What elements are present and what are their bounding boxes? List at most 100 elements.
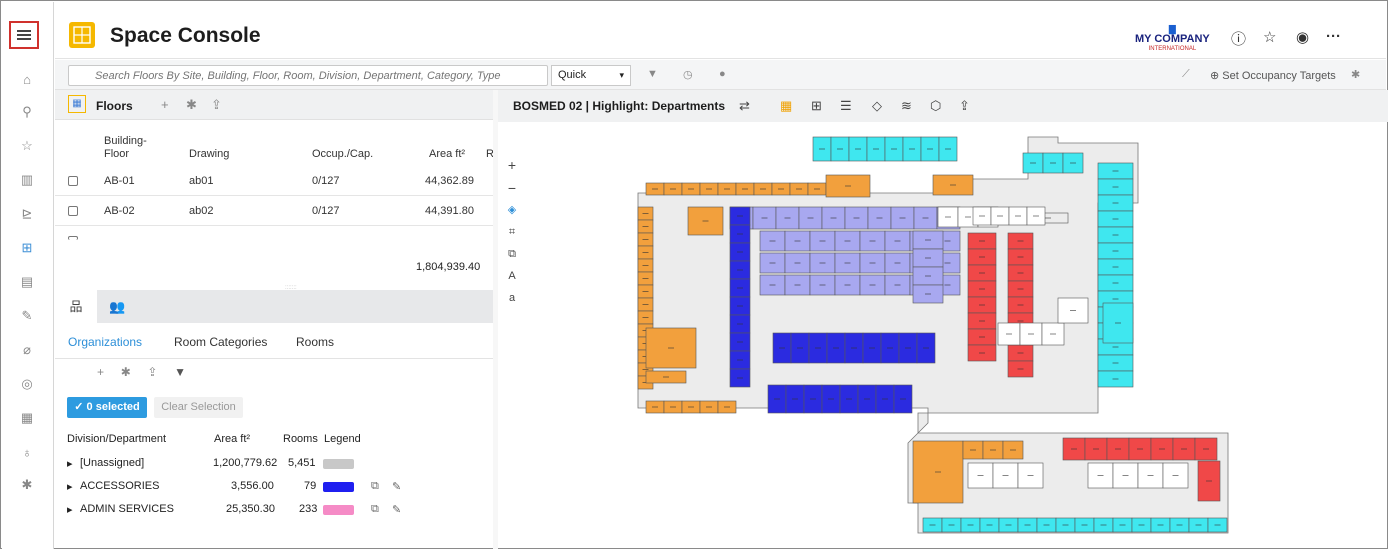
app-logo-icon [69, 22, 95, 48]
share-icon[interactable]: ⇪ [959, 98, 970, 114]
expand-icon[interactable]: ▸ [67, 457, 73, 470]
settings-icon[interactable]: ✱ [1351, 68, 1360, 81]
col-header-drawing[interactable]: Drawing [189, 148, 229, 161]
building-icon[interactable]: ▥ [18, 171, 36, 189]
tag-icon[interactable]: ◇ [872, 98, 882, 114]
support-icon[interactable]: ◎ [18, 375, 36, 393]
star-icon[interactable]: ☆ [18, 137, 36, 155]
expand-icon[interactable]: ▸ [67, 480, 73, 493]
chart-line-icon[interactable]: ⟋ [1182, 68, 1190, 81]
tab-people[interactable]: 👥 [109, 299, 125, 315]
add-icon[interactable]: + [161, 97, 169, 112]
home-icon[interactable]: ⌂ [18, 70, 36, 88]
floorplan-icon[interactable]: ⊞ [18, 239, 36, 257]
search-icon[interactable]: ⚲ [18, 103, 36, 121]
legend-swatch[interactable] [323, 459, 354, 469]
help-circle-icon[interactable]: ● [719, 68, 726, 80]
col-header-building-floor[interactable]: Building- Floor [104, 135, 164, 161]
floor-plan-title: BOSMED 02 | Highlight: Departments [513, 99, 726, 113]
table-row[interactable]: AB-02 ab02 0/127 44,391.80 [55, 196, 493, 226]
detach-icon[interactable]: ⧉ [371, 503, 379, 516]
division-area: 3,556.00 [231, 480, 274, 492]
selected-count-label: 0 selected [86, 401, 140, 413]
bottom-panel-tabs: 品 👥 [55, 290, 493, 323]
compare-icon[interactable]: ⇄ [739, 98, 750, 114]
layers-icon[interactable]: ≋ [901, 98, 912, 114]
list-icon[interactable]: ☰ [840, 98, 852, 114]
tab-rooms[interactable]: Rooms [296, 335, 334, 349]
search-input[interactable] [68, 65, 548, 86]
add-icon[interactable]: + [97, 365, 104, 379]
floor-plan-canvas[interactable] [498, 123, 1387, 548]
total-area: 1,804,939.40 [416, 261, 481, 273]
set-occupancy-targets-button[interactable]: ⊕ Set Occupancy Targets [1210, 69, 1336, 82]
division-area: 1,200,779.62 [213, 457, 278, 469]
row-checkbox[interactable] [68, 176, 78, 186]
division-area: 25,350.30 [226, 503, 275, 515]
org-toolbar: + ✱ ⇪ ▼ [97, 365, 186, 379]
clear-selection-button[interactable]: Clear Selection [154, 397, 243, 418]
company-name: MY COMPANY [1135, 33, 1210, 45]
tab-organizations[interactable]: Organizations [68, 335, 142, 349]
row-checkbox[interactable] [68, 236, 78, 240]
edit-icon[interactable]: ✎ [392, 480, 401, 493]
tab-room-categories[interactable]: Room Categories [174, 335, 267, 349]
filter-icon[interactable]: ▼ [174, 365, 186, 379]
hamburger-menu-button[interactable] [9, 21, 39, 49]
row-checkbox[interactable] [68, 206, 78, 216]
app-header: Space Console ▇ MY COMPANY INTERNATIONAL… [55, 2, 1386, 59]
settings-icon[interactable]: ✱ [121, 365, 131, 379]
cell-occupancy: 0/127 [312, 205, 340, 217]
division-name: ACCESSORIES [80, 480, 160, 492]
export-icon[interactable]: ⇪ [147, 365, 157, 379]
user-icon[interactable]: ◉ [1296, 28, 1309, 46]
col-header-occupancy[interactable]: Occup./Cap. [312, 148, 373, 161]
selected-count-button[interactable]: ✓ 0 selected [67, 397, 147, 418]
legend-swatch[interactable] [323, 482, 354, 492]
document-icon[interactable]: ▤ [18, 273, 36, 291]
tab-org-chart[interactable]: 品 [55, 290, 97, 323]
org-chart-icon: 品 [69, 299, 83, 314]
chevron-down-icon: ▾ [619, 70, 624, 80]
people-icon: 👥 [109, 299, 126, 314]
lightbulb-icon[interactable]: ♁ [18, 443, 36, 461]
cell-floor: AB-02 [104, 205, 135, 217]
office-icon[interactable]: ▦ [18, 409, 36, 427]
search-mode-select[interactable]: Quick ▾ [551, 65, 631, 86]
floors-title: Floors [96, 99, 133, 113]
org-subtabs: Organizations Room Categories Rooms [55, 323, 493, 359]
floor-plan-toolbar: BOSMED 02 | Highlight: Departments ⇄ ▦ ⊞… [498, 90, 1388, 122]
division-rooms: 233 [299, 503, 318, 515]
detach-icon[interactable]: ⧉ [371, 480, 379, 493]
cube-icon[interactable]: ⬡ [930, 98, 941, 114]
floors-panel-header: ▦ Floors + ✱ ⇪ [55, 90, 493, 120]
chart-icon[interactable]: ⊵ [18, 205, 36, 223]
wrench-icon[interactable]: ✎ [18, 307, 36, 325]
favorites-icon[interactable]: ☆ [1263, 28, 1276, 46]
expand-icon[interactable]: ▸ [67, 503, 73, 516]
edit-icon[interactable]: ✎ [392, 503, 401, 516]
history-icon[interactable]: ◷ [683, 68, 693, 81]
division-rooms: 5,451 [288, 457, 316, 469]
grid-icon[interactable]: ⊞ [811, 98, 822, 114]
cell-drawing: ab02 [189, 205, 214, 217]
export-icon[interactable]: ⇪ [211, 97, 222, 113]
more-menu-icon[interactable]: ··· [1326, 28, 1341, 45]
highlight-icon[interactable]: ▦ [780, 98, 792, 114]
legend-swatch[interactable] [323, 505, 354, 515]
col-header-rooms: Rooms [283, 433, 318, 445]
app-window: ⌂ ⚲ ☆ ▥ ⊵ ⊞ ▤ ✎ ⌀ ◎ ▦ ♁ ✱ Space Console … [0, 0, 1388, 549]
left-nav-rail: ⌂ ⚲ ☆ ▥ ⊵ ⊞ ▤ ✎ ⌀ ◎ ▦ ♁ ✱ [2, 2, 54, 549]
col-header-area[interactable]: Area ft² [429, 148, 465, 161]
col-header-division: Division/Department [67, 433, 167, 445]
settings-icon[interactable]: ✱ [186, 97, 197, 113]
table-row[interactable]: AB-01 ab01 0/127 44,362.89 [55, 166, 493, 196]
gear-icon[interactable]: ✱ [18, 476, 36, 494]
filter-icon[interactable]: ▼ [647, 68, 658, 80]
leaf-icon[interactable]: ⌀ [18, 341, 36, 359]
menu-icon [17, 34, 31, 36]
search-mode-value: Quick [558, 69, 587, 81]
cell-area: 44,391.80 [425, 205, 474, 217]
division-rooms: 79 [304, 480, 317, 492]
help-icon[interactable]: ⓘ [1231, 28, 1246, 49]
